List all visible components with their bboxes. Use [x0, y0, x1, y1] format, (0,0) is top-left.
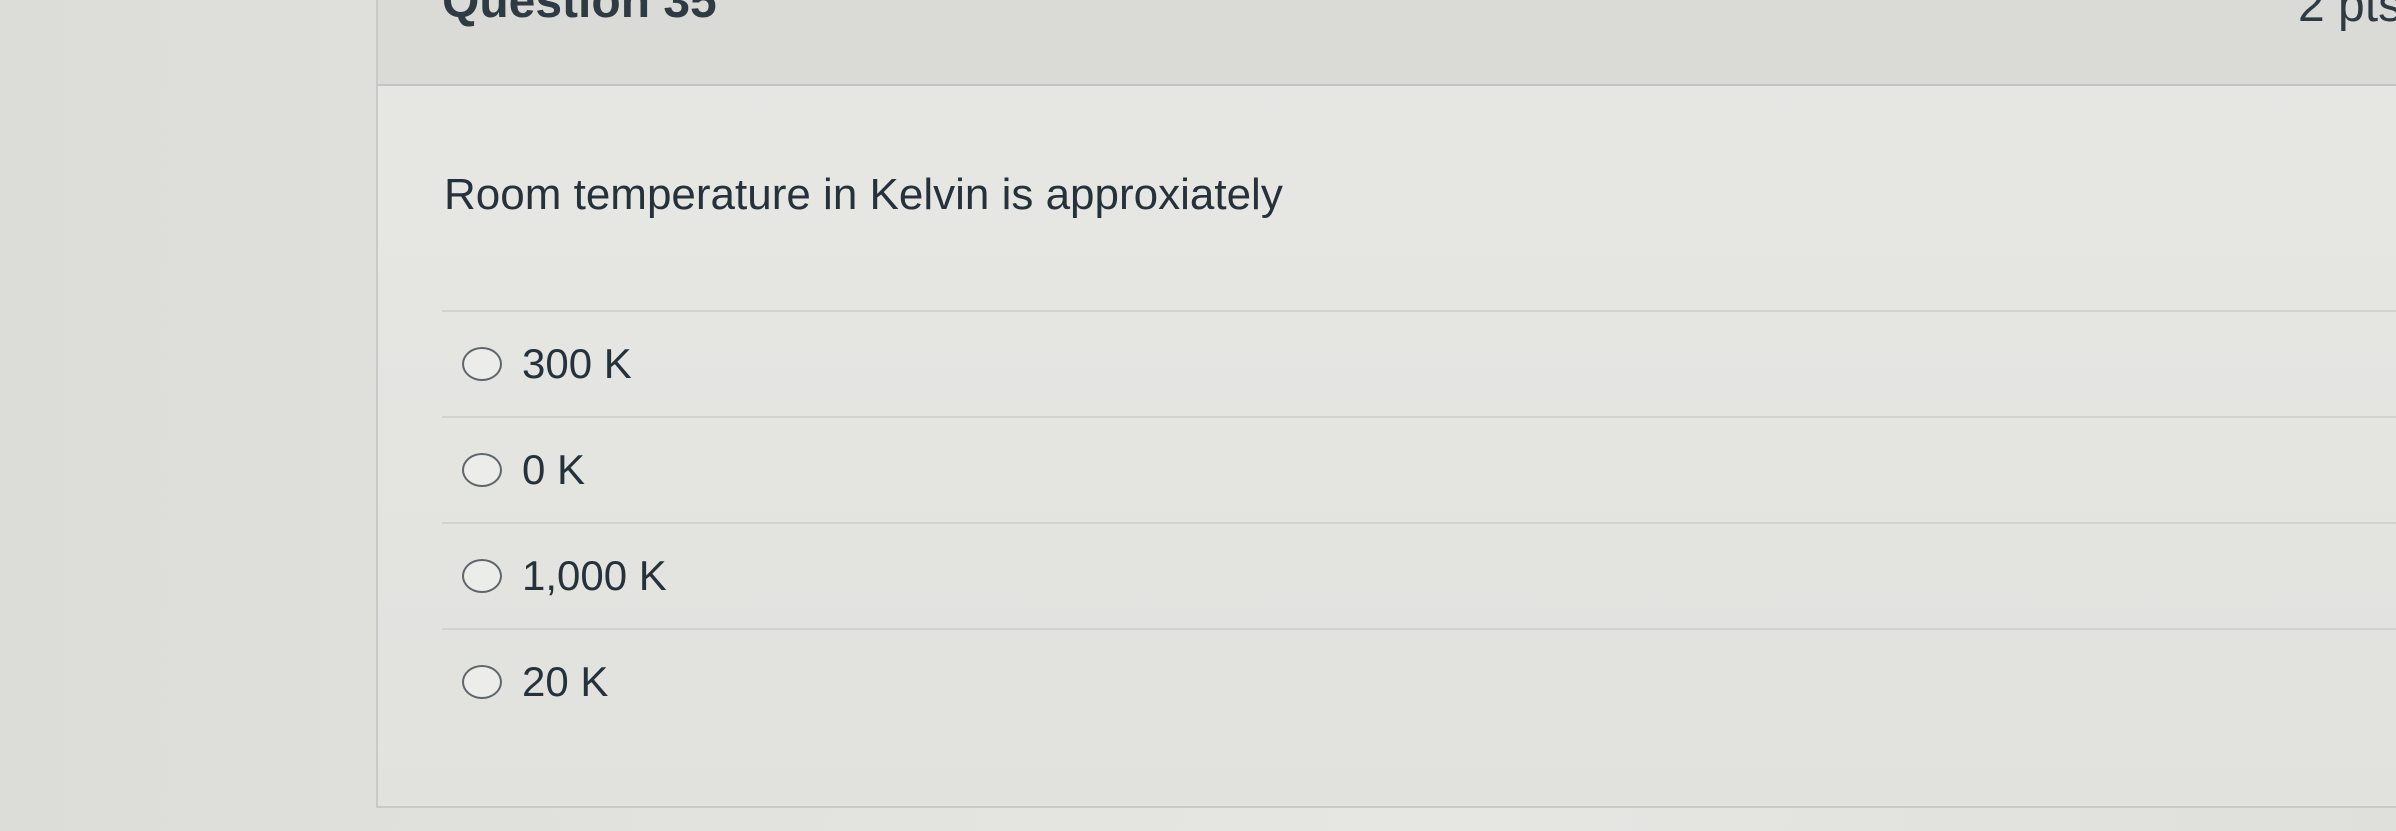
question-title: Question 35	[442, 0, 717, 28]
answer-label[interactable]: 0 K	[522, 446, 585, 494]
answer-list: 300 K 0 K 1,000 K 20 K	[442, 310, 2396, 734]
answer-option[interactable]: 300 K	[442, 310, 2396, 416]
radio-button[interactable]	[462, 347, 502, 381]
radio-button[interactable]	[462, 665, 502, 699]
answer-label[interactable]: 20 K	[522, 658, 608, 706]
answer-option[interactable]: 0 K	[442, 416, 2396, 522]
radio-button[interactable]	[462, 559, 502, 593]
answer-option[interactable]: 1,000 K	[442, 522, 2396, 628]
answer-label[interactable]: 300 K	[522, 340, 632, 388]
answer-option[interactable]: 20 K	[442, 628, 2396, 734]
question-prompt: Room temperature in Kelvin is approxiate…	[444, 170, 1283, 219]
answer-label[interactable]: 1,000 K	[522, 552, 667, 600]
radio-button[interactable]	[462, 453, 502, 487]
question-points: 2 pts	[2298, 0, 2396, 32]
quiz-question-card: Question 35 2 pts Room temperature in Ke…	[376, 0, 2396, 808]
question-header: Question 35 2 pts	[378, 0, 2396, 86]
